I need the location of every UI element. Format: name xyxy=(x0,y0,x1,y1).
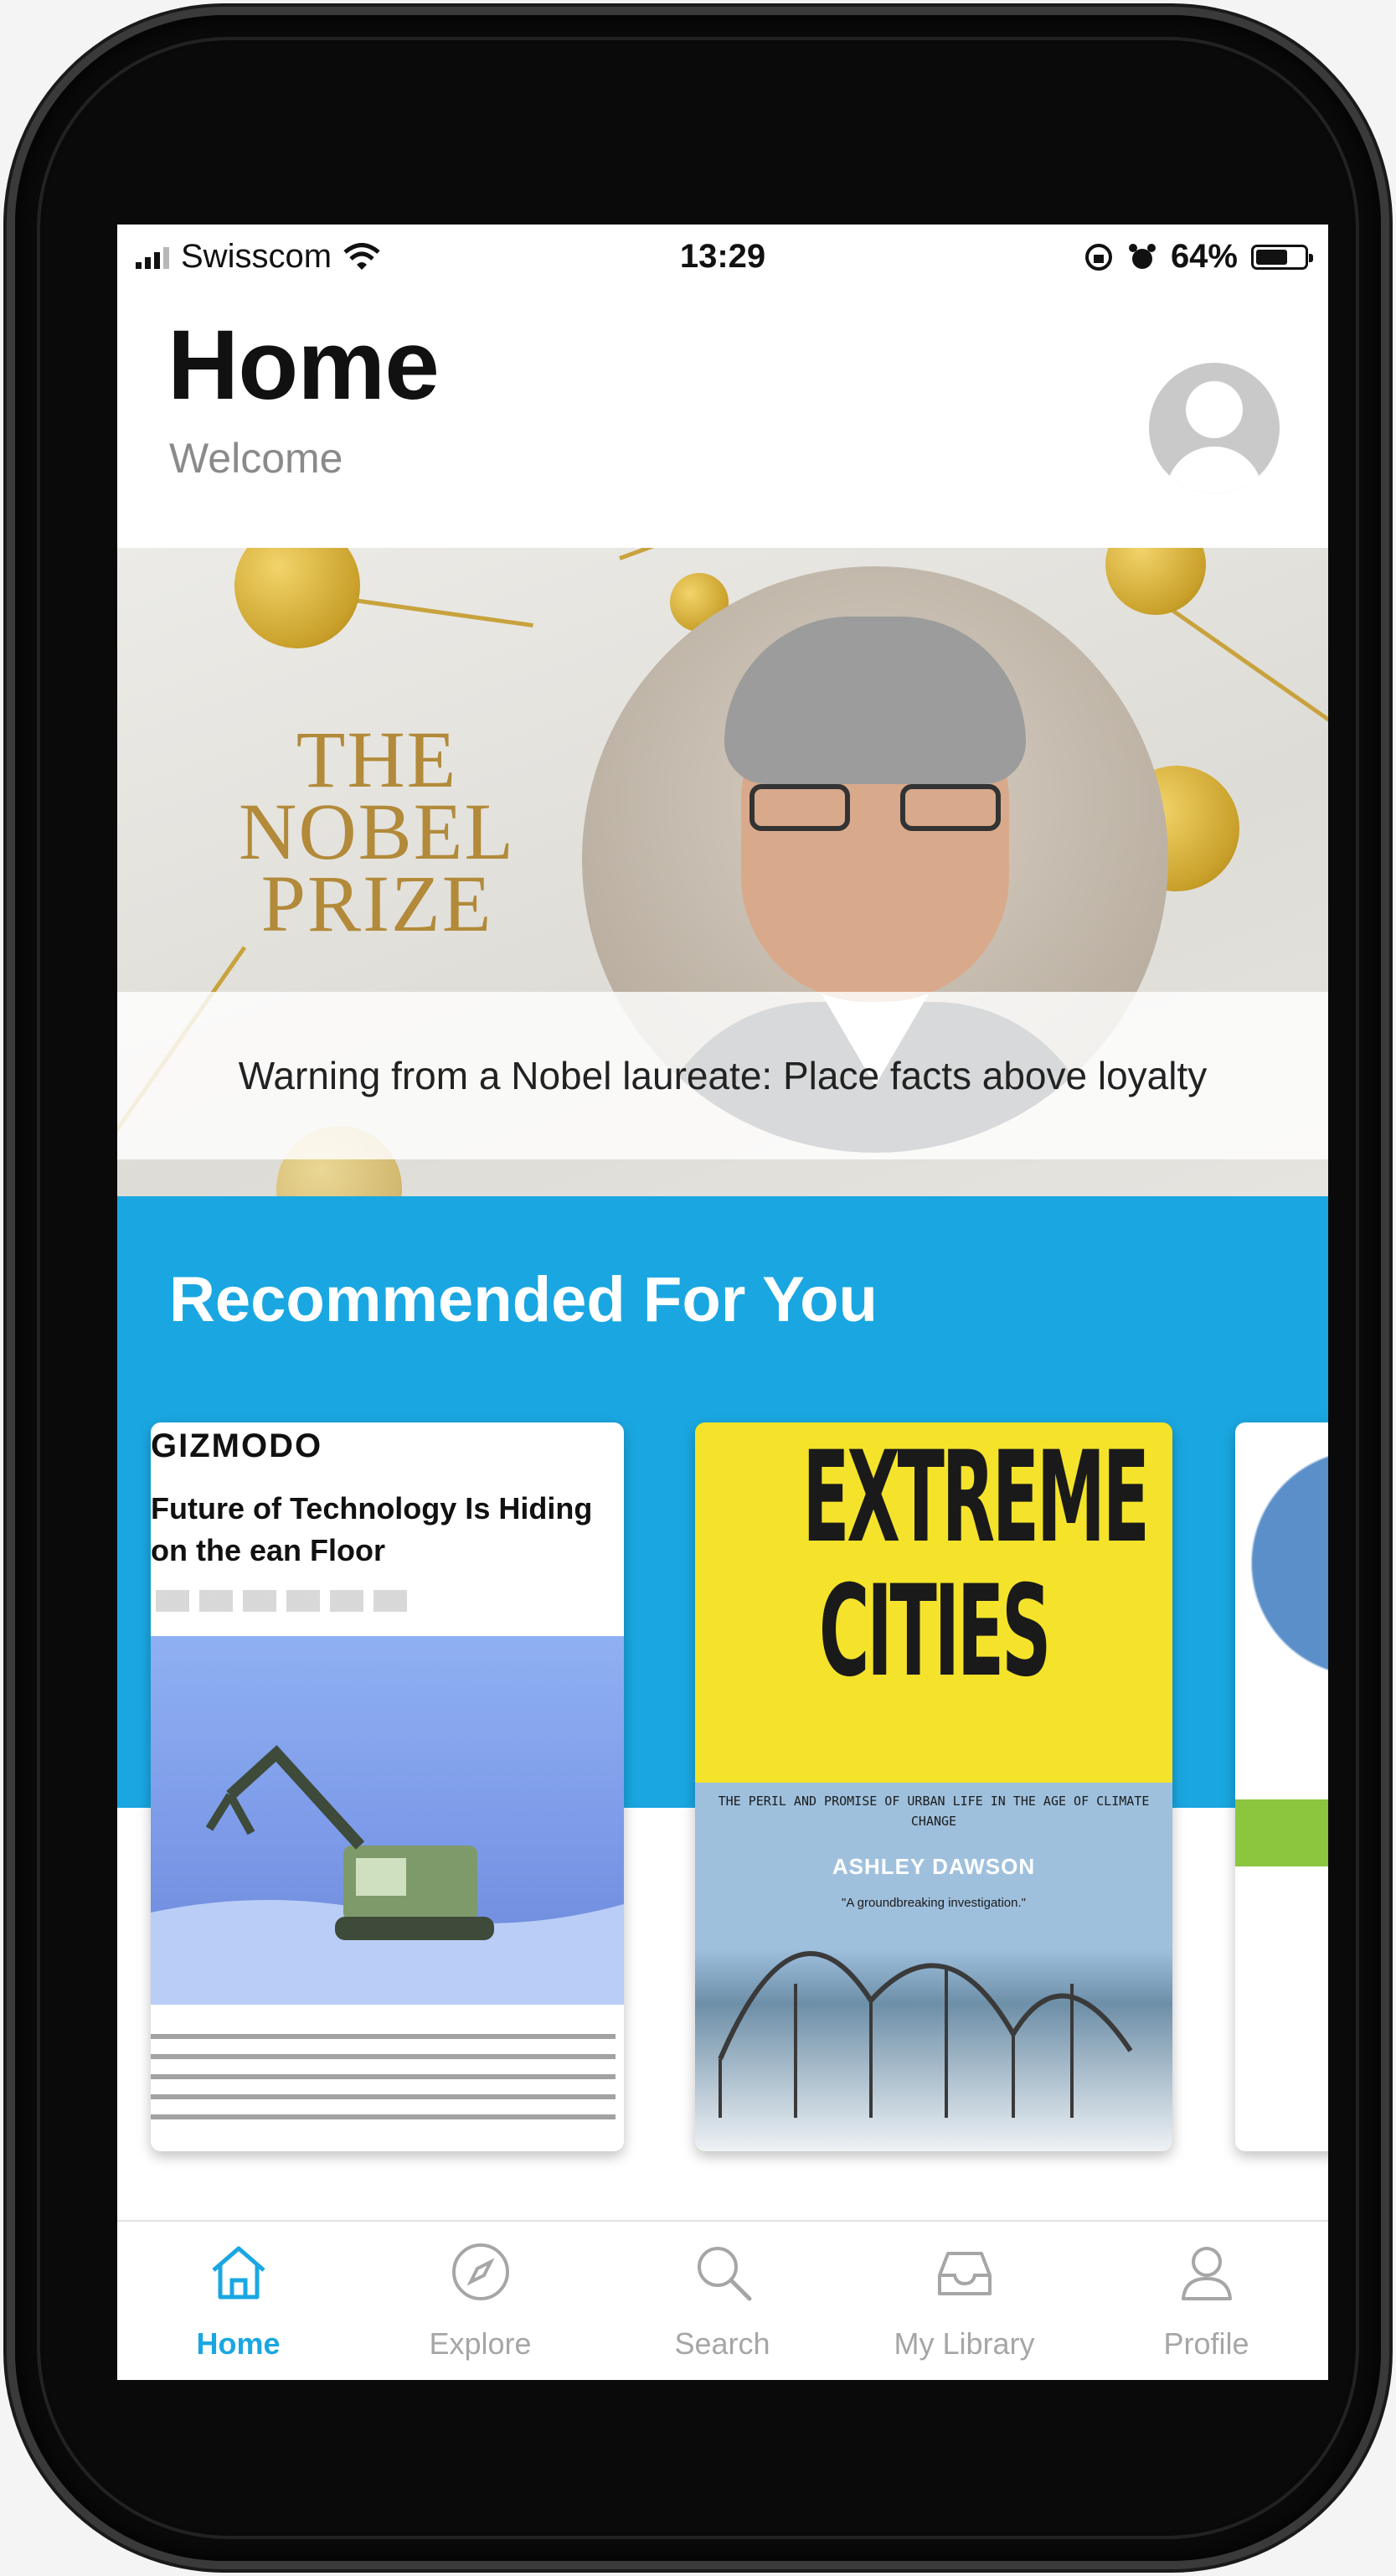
nobel-logo-line: THE xyxy=(296,715,458,804)
book-subtitle: THE PERIL AND PROMISE OF URBAN LIFE IN T… xyxy=(718,1794,1150,1829)
search-icon xyxy=(698,2247,752,2301)
bottom-tab-bar: Home Explore Search My Library Profile xyxy=(117,2220,1328,2380)
status-bar: Swisscom 13:29 64% xyxy=(117,225,1328,292)
avatar-body xyxy=(1166,447,1263,493)
battery-icon xyxy=(1251,244,1313,270)
phone-frame: Swisscom 13:29 64% Home Welcome THE NOBE… xyxy=(15,15,1381,2561)
book-cover-photo xyxy=(695,1783,1172,2151)
nobel-logo-line: NOBEL xyxy=(239,787,515,876)
tab-label: Search xyxy=(674,2326,770,2361)
recommended-card-partial[interactable] xyxy=(1235,1422,1328,2151)
avatar-head xyxy=(1186,381,1243,438)
page-subtitle: Welcome xyxy=(169,435,343,482)
hero-caption[interactable]: Warning from a Nobel laureate: Place fac… xyxy=(117,992,1328,1159)
tab-label: Profile xyxy=(1163,2326,1249,2361)
alarm-icon xyxy=(1128,243,1156,269)
tab-my-library[interactable]: My Library xyxy=(843,2222,1085,2380)
card-strip xyxy=(1235,1799,1328,1866)
recommended-heading: Recommended For You xyxy=(169,1264,878,1335)
tab-label: Explore xyxy=(429,2326,532,2361)
avatar[interactable] xyxy=(1149,363,1280,493)
battery-percent: 64% xyxy=(1170,238,1238,275)
tab-profile[interactable]: Profile xyxy=(1085,2222,1327,2380)
book-blurb: "A groundbreaking investigation." xyxy=(842,1896,1026,1910)
card-illustration xyxy=(151,1636,624,2005)
decor-line xyxy=(619,548,857,560)
tab-label: Home xyxy=(196,2326,281,2361)
status-right: 64% xyxy=(1084,238,1313,276)
recommended-card-extreme-cities[interactable]: EXTREME CITIES THE PERIL AND PROMISE OF … xyxy=(695,1422,1172,2151)
app-screen: Swisscom 13:29 64% Home Welcome THE NOBE… xyxy=(117,225,1328,2380)
library-icon xyxy=(938,2252,992,2295)
tab-label: My Library xyxy=(894,2326,1035,2361)
nobel-logo-line: PRIZE xyxy=(260,859,493,948)
tab-search[interactable]: Search xyxy=(601,2222,843,2380)
hero-banner[interactable]: THE NOBEL PRIZE Warning from a Nobel lau… xyxy=(117,548,1328,1196)
orientation-lock-icon xyxy=(1084,243,1112,271)
book-title-line: EXTREME xyxy=(802,1425,1150,1571)
compass-icon xyxy=(452,2243,509,2300)
tab-home[interactable]: Home xyxy=(117,2222,359,2380)
card-brand: GIZMODO xyxy=(151,1427,323,1464)
book-author: ASHLEY DAWSON xyxy=(832,1854,1036,1879)
book-title: EXTREME CITIES xyxy=(802,1425,1150,1705)
recommended-card-gizmodo[interactable]: GIZMODO Future of Technology Is Hiding o… xyxy=(151,1422,624,2151)
card-headline: Future of Technology Is Hiding on the ea… xyxy=(151,1491,593,1567)
gold-coin xyxy=(234,548,360,648)
profile-icon xyxy=(1182,2247,1232,2300)
card-art xyxy=(1235,1422,1328,1774)
tab-explore[interactable]: Explore xyxy=(359,2222,601,2380)
nobel-prize-logo: THE NOBEL PRIZE xyxy=(218,715,536,948)
card-body-text xyxy=(151,2034,616,2135)
gold-coin xyxy=(1105,548,1206,615)
book-title-line: CITIES xyxy=(818,1559,1051,1705)
home-icon xyxy=(212,2246,265,2300)
page-title: Home xyxy=(167,310,440,421)
card-meta xyxy=(156,1590,407,1612)
